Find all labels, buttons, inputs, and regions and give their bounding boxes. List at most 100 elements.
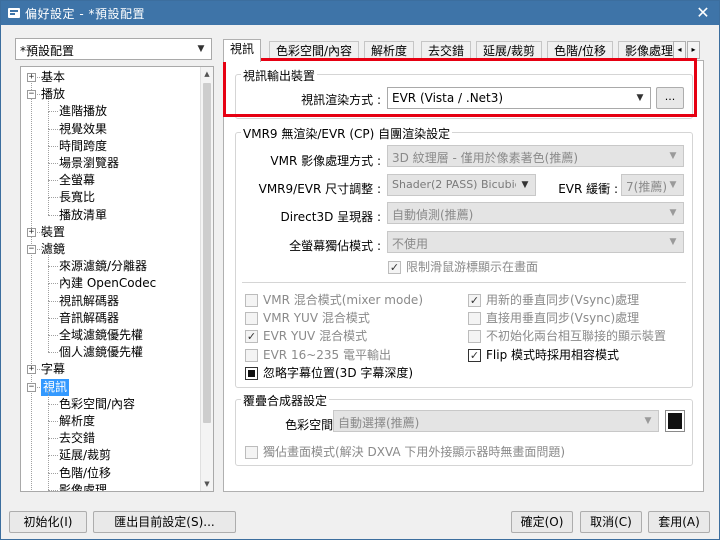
tree-item-label: 影像處理: [59, 482, 108, 492]
evr-yuv-label: EVR YUV 混合模式: [263, 329, 368, 343]
tree-guide-line: [48, 94, 49, 112]
scroll-down-icon[interactable]: ▼: [201, 477, 213, 491]
vmr-mode-label: VMR 影像處理方式 :: [270, 154, 381, 168]
overlay-color-label: 色彩空間 :: [285, 418, 341, 432]
expand-icon[interactable]: +: [27, 73, 36, 82]
tree-item-label: 字幕: [41, 362, 66, 377]
tree-guide-line: [48, 472, 49, 490]
ok-button[interactable]: 確定(O): [511, 511, 573, 533]
checkbox-box: [245, 349, 258, 362]
tree-guide-line: [48, 214, 58, 216]
settings-tree[interactable]: + 基本 − 播放 進階播放 視覺效果 時間跨度 場景瀏覽器 全螢幕 長寬比 播放清單 + 裝置 − 濾鏡來…: [20, 66, 214, 492]
tree-guide-line: [48, 283, 58, 285]
check-icon: ✓: [388, 261, 401, 274]
tree-guide-line: [48, 145, 58, 147]
evr-buffer-select[interactable]: 7(推薦) ▼: [621, 174, 684, 196]
check-icon: ✓: [468, 349, 481, 362]
flip-compat-label: Flip 模式時採用相容模式: [486, 348, 620, 362]
evr-16-235-label: EVR 16~235 電平輸出: [263, 348, 391, 362]
tree-guide-line: [48, 300, 58, 302]
tab-video[interactable]: 視訊: [223, 39, 262, 62]
tree-guide-line: [48, 335, 49, 353]
chevron-down-icon: ▼: [197, 44, 205, 54]
tree-guide-line: [48, 438, 58, 440]
tree-item-label: 時間跨度: [59, 138, 108, 153]
profile-select-value: *預設配置: [20, 44, 75, 58]
tree-item-label: 色彩空間/內容: [59, 396, 136, 411]
tree-guide-line: [48, 317, 58, 319]
tree-guide-line: [48, 197, 49, 215]
tree-item-label: 解析度: [59, 414, 96, 428]
tree-guide-line: [48, 386, 49, 404]
tree-scrollbar[interactable]: ▲ ▼: [200, 67, 213, 491]
app-icon: [8, 8, 20, 18]
resize-value: Shader(2 PASS) Bicubic(/: [392, 178, 516, 191]
overlay-color-select[interactable]: 自動選擇(推薦) ▼: [333, 410, 659, 432]
checkbox-box: [468, 330, 481, 343]
tab-scroll-left-icon[interactable]: ◂: [673, 41, 686, 59]
tree-item-label: 去交錯: [59, 431, 96, 446]
tree-item-label: 裝置: [41, 224, 66, 239]
tree-item-label: 色階/位移: [59, 465, 112, 480]
tree-guide-line: [48, 438, 49, 456]
tree-guide-line: [48, 128, 58, 130]
ignore-subtitle-position-label: 忽略字幕位置(3D 字幕深度): [263, 366, 414, 380]
chevron-down-icon: ▼: [669, 237, 677, 247]
tree-guide-line: [48, 180, 58, 182]
video-tab-pane: 視訊輸出裝置 視訊渲染方式 : EVR (Vista / .Net3) ▼ ..…: [223, 60, 704, 492]
tree-item-label: 來源濾鏡/分離器: [59, 259, 148, 274]
tree-guide-line: [48, 249, 49, 267]
overlay-color-swatch[interactable]: [665, 410, 685, 432]
tree-guide-line: [48, 128, 49, 146]
collapse-icon[interactable]: −: [27, 382, 36, 392]
exclusive-select[interactable]: 不使用 ▼: [387, 231, 684, 253]
profile-select[interactable]: *預設配置 ▼: [15, 38, 212, 60]
tree-item-label: 場景瀏覽器: [59, 156, 120, 170]
highlight-box: [223, 58, 697, 117]
export-settings-button[interactable]: 匯出目前設定(S)...: [93, 511, 236, 533]
tree-guide-line: [48, 266, 58, 268]
scroll-up-icon[interactable]: ▲: [201, 67, 213, 81]
checkbox-box: [245, 294, 258, 307]
tree-item-label: 視訊: [41, 378, 70, 396]
tree-item-label: 進階播放: [59, 104, 108, 119]
title-bar[interactable]: 偏好設定 - *預設配置 ✕: [1, 1, 719, 25]
expand-icon[interactable]: +: [27, 365, 36, 375]
vmr-mode-select[interactable]: 3D 紋理層 - 僅用於像素著色(推薦) ▼: [387, 145, 684, 167]
limit-cursor-label: 限制滑鼠游標顯示在畫面: [406, 260, 539, 274]
direct-vsync-label: 直接用垂直同步(Vsync)處理: [486, 311, 640, 325]
init-button[interactable]: 初始化(I): [9, 511, 87, 533]
evr-buffer-value: 7(推薦): [626, 180, 667, 194]
tree-guide-line: [48, 352, 58, 354]
collapse-icon[interactable]: −: [27, 245, 36, 254]
overlay-title: 覆疊合成器設定: [241, 392, 330, 409]
chevron-down-icon: ▼: [669, 180, 677, 190]
cancel-button[interactable]: 取消(C): [580, 511, 642, 533]
tree-item-label: 濾鏡: [41, 242, 66, 256]
d3d-label: Direct3D 呈現器 :: [280, 210, 381, 224]
apply-button[interactable]: 套用(A): [648, 511, 710, 533]
scroll-thumb[interactable]: [203, 83, 211, 423]
resize-select[interactable]: Shader(2 PASS) Bicubic(/ ▼: [387, 174, 536, 196]
check-icon: ✓: [245, 330, 258, 343]
tree-guide-line: [48, 283, 49, 301]
tree-guide-line: [48, 404, 49, 422]
tree-guide-line: [48, 455, 58, 457]
checkbox-box: [245, 312, 258, 325]
checkbox-box: [468, 312, 481, 325]
close-icon[interactable]: ✕: [691, 3, 715, 23]
tree-guide-line: [48, 403, 58, 405]
tree-guide-line: [31, 77, 32, 490]
yuv-mix-label: VMR YUV 混合模式: [263, 311, 370, 325]
tree-guide-line: [48, 266, 49, 284]
tab-scroll-right-icon[interactable]: ▸: [687, 41, 700, 59]
tree-guide-line: [48, 472, 58, 474]
expand-icon[interactable]: +: [27, 227, 36, 237]
tree-guide-line: [48, 489, 58, 491]
tree-item-label: 延展/裁剪: [59, 448, 112, 463]
checkbox-filled-icon: [245, 367, 258, 380]
d3d-select[interactable]: 自動偵測(推薦) ▼: [387, 202, 684, 224]
collapse-icon[interactable]: −: [27, 90, 36, 100]
evr-buffer-label: EVR 緩衝 :: [558, 182, 618, 196]
chevron-down-icon: ▼: [669, 151, 677, 161]
